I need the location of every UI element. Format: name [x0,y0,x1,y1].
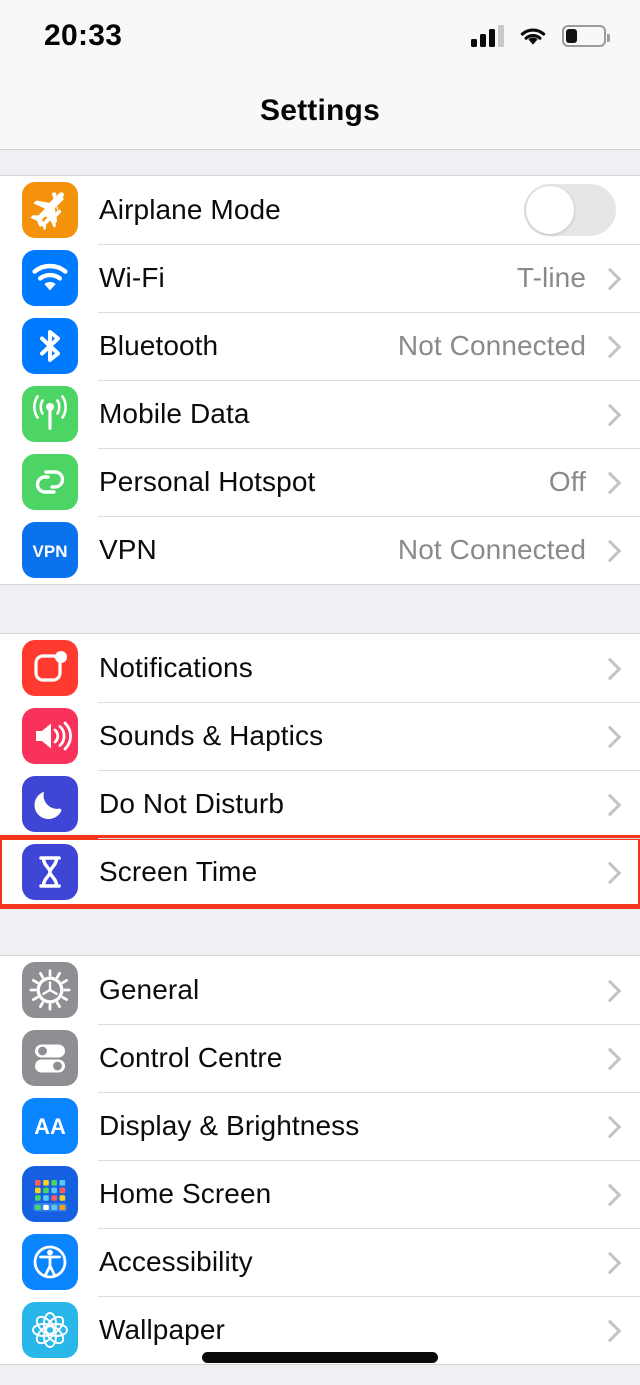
status-bar-clock: 20:33 [44,19,123,52]
row-label: Home Screen [99,1178,272,1209]
svg-text:VPN: VPN [33,542,68,561]
chevron-right-icon [600,982,616,998]
settings-row-sounds-haptics[interactable]: Sounds & Haptics [0,702,640,770]
chevron-right-icon [600,1050,616,1066]
page-title: Settings [260,93,380,127]
row-label: Do Not Disturb [99,788,285,819]
row-label: Wi-Fi [99,262,165,293]
chevron-right-icon [600,1118,616,1134]
row-value: Off [548,466,586,497]
row-label: Mobile Data [99,398,250,429]
row-value: Not Connected [397,330,586,361]
settings-row-screen-time[interactable]: Screen Time [0,835,640,909]
home-indicator[interactable] [202,1352,438,1363]
do-not-disturb-icon [22,776,78,832]
airplane-mode-toggle[interactable] [524,184,616,236]
status-bar-indicators [471,25,610,47]
settings-row-notifications[interactable]: Notifications [0,634,640,702]
chevron-right-icon [600,542,616,558]
notifications-icon [22,640,78,696]
vpn-icon: VPN [22,522,78,578]
row-label: Display & Brightness [99,1110,360,1141]
settings-row-do-not-disturb[interactable]: Do Not Disturb [0,770,640,838]
settings-row-airplane-mode[interactable]: Airplane Mode [0,176,640,244]
accessibility-icon [22,1234,78,1290]
chevron-right-icon [600,1254,616,1270]
chevron-right-icon [600,796,616,812]
general-gear-icon [22,962,78,1018]
settings-row-home-screen[interactable]: Home Screen [0,1160,640,1228]
chevron-right-icon [600,338,616,354]
settings-row-general[interactable]: General [0,956,640,1024]
navigation-bar: Settings [0,72,640,150]
sounds-haptics-icon [22,708,78,764]
settings-row-personal-hotspot[interactable]: Personal Hotspot Off [0,448,640,516]
home-screen-icon [22,1166,78,1222]
row-label: Accessibility [99,1246,253,1277]
settings-row-bluetooth[interactable]: Bluetooth Not Connected [0,312,640,380]
row-label: Bluetooth [99,330,219,361]
settings-row-mobile-data[interactable]: Mobile Data [0,380,640,448]
personal-hotspot-icon [22,454,78,510]
chevron-right-icon [600,270,616,286]
wifi-icon [518,25,548,47]
status-bar: 20:33 [0,0,640,72]
control-centre-icon [22,1030,78,1086]
wifi-icon [22,250,78,306]
settings-row-accessibility[interactable]: Accessibility [0,1228,640,1296]
wallpaper-icon [22,1302,78,1358]
row-label: Notifications [99,652,253,683]
bluetooth-icon [22,318,78,374]
settings-screen: 20:33 Settings Airplane Mode Wi-Fi T-line B… [0,0,640,1385]
settings-list: Airplane Mode Wi-Fi T-line Bluetooth Not Con… [0,150,640,1365]
chevron-right-icon [600,1186,616,1202]
row-label: Screen Time [99,856,258,887]
row-value: Not Connected [397,534,586,565]
settings-row-display-brightness[interactable]: AA Display & Brightness [0,1092,640,1160]
row-value: T-line [516,262,586,293]
chevron-right-icon [600,728,616,744]
row-label: Personal Hotspot [99,466,316,497]
toggle-knob [526,186,574,234]
chevron-right-icon [600,864,616,880]
row-label: Wallpaper [99,1314,225,1345]
svg-text:AA: AA [34,1114,66,1139]
battery-icon [562,25,610,47]
row-label: Control Centre [99,1042,283,1073]
chevron-right-icon [600,660,616,676]
row-label: General [99,974,200,1005]
chevron-right-icon [600,406,616,422]
battery-fill [566,29,577,43]
row-label: VPN [99,534,157,565]
settings-group-system: General Control Centre AA Display & Brightn… [0,955,640,1365]
settings-group-connectivity: Airplane Mode Wi-Fi T-line Bluetooth Not Con… [0,175,640,585]
airplane-icon [22,182,78,238]
settings-row-control-centre[interactable]: Control Centre [0,1024,640,1092]
mobile-data-icon [22,386,78,442]
settings-row-wi-fi[interactable]: Wi-Fi T-line [0,244,640,312]
row-label: Sounds & Haptics [99,720,324,751]
chevron-right-icon [600,474,616,490]
display-brightness-icon: AA [22,1098,78,1154]
screen-time-icon [22,844,78,900]
settings-group-alerts: Notifications Sounds & Haptics Do Not Dist… [0,633,640,909]
group-spacer [0,150,640,175]
group-spacer [0,907,640,955]
group-spacer [0,585,640,633]
cellular-signal-icon [471,25,504,47]
chevron-right-icon [600,1322,616,1338]
row-label: Airplane Mode [99,194,281,225]
settings-row-vpn[interactable]: VPN VPN Not Connected [0,516,640,584]
